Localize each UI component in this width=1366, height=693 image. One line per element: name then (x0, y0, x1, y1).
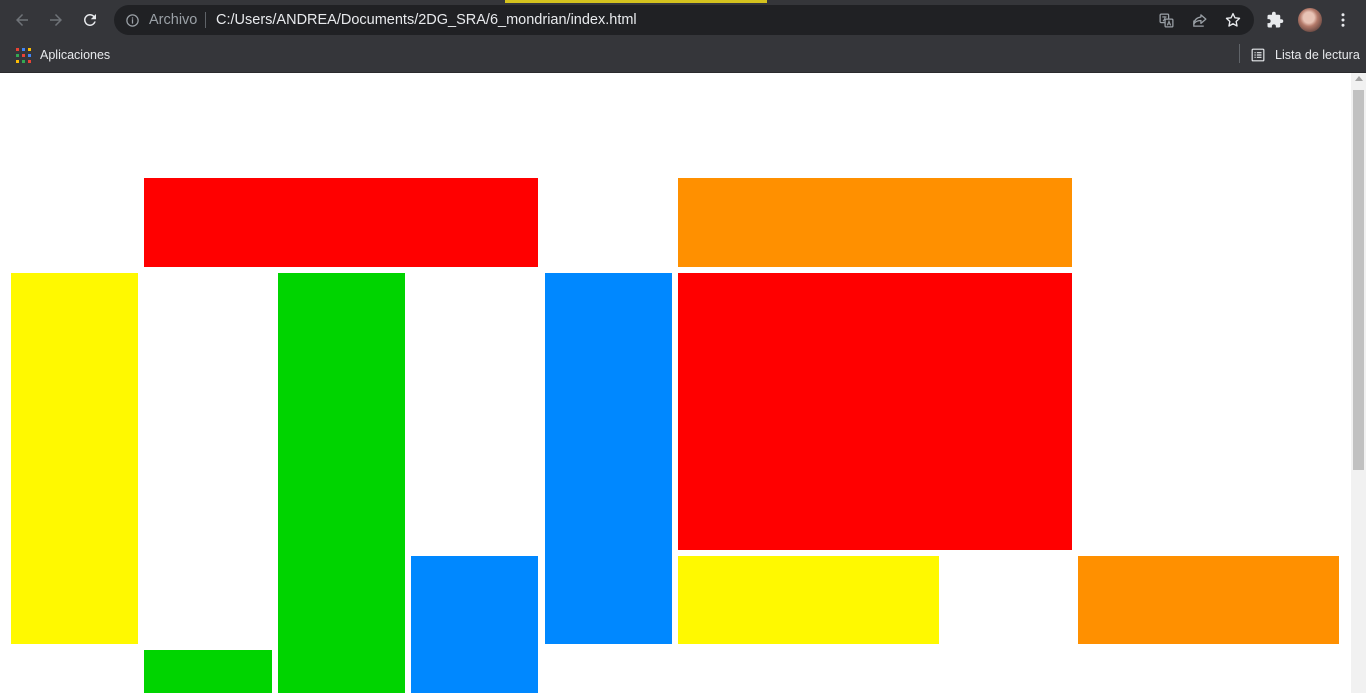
url-scheme-label: Archivo (149, 12, 198, 28)
puzzle-icon[interactable] (1263, 8, 1287, 32)
page-viewport (0, 73, 1351, 693)
kebab-menu-icon[interactable] (1331, 8, 1355, 32)
red-block-top (144, 178, 538, 267)
apps-grid-icon (16, 47, 31, 63)
scroll-up-arrow-icon[interactable] (1355, 76, 1363, 81)
reload-icon[interactable] (78, 8, 102, 32)
bookmarks-bar: Aplicaciones Lista de lectura (0, 38, 1366, 73)
url-text[interactable]: C:/Users/ANDREA/Documents/2DG_SRA/6_mond… (216, 12, 637, 28)
vertical-scrollbar[interactable] (1351, 73, 1366, 693)
browser-toolbar: Archivo C:/Users/ANDREA/Documents/2DG_SR… (0, 0, 1366, 38)
reading-list-label: Lista de lectura (1275, 48, 1360, 62)
forward-arrow-icon[interactable] (44, 8, 68, 32)
star-icon[interactable] (1223, 10, 1243, 30)
green-block-small (144, 650, 272, 693)
omnibox-divider (205, 12, 206, 28)
active-tab-indicator (505, 0, 767, 3)
apps-shortcut[interactable]: Aplicaciones (16, 44, 110, 66)
blue-block-middle (545, 273, 672, 644)
reading-list-icon (1251, 48, 1265, 62)
yellow-block-left (11, 273, 138, 644)
bookmarks-divider (1239, 44, 1240, 63)
red-block-large (678, 273, 1072, 550)
orange-block-right (1078, 556, 1339, 644)
avatar[interactable] (1298, 8, 1322, 32)
blue-block-small (411, 556, 538, 693)
translate-icon[interactable] (1156, 10, 1176, 30)
back-arrow-icon[interactable] (10, 8, 34, 32)
green-block-tall (278, 273, 405, 693)
apps-label: Aplicaciones (40, 48, 111, 62)
orange-block-top (678, 178, 1072, 267)
address-bar[interactable]: Archivo C:/Users/ANDREA/Documents/2DG_SR… (114, 5, 1254, 35)
scroll-thumb[interactable] (1353, 90, 1364, 470)
share-icon[interactable] (1189, 10, 1209, 30)
reading-list-button[interactable]: Lista de lectura (1251, 44, 1360, 66)
info-icon[interactable] (124, 12, 140, 28)
yellow-block-bottom (678, 556, 939, 644)
